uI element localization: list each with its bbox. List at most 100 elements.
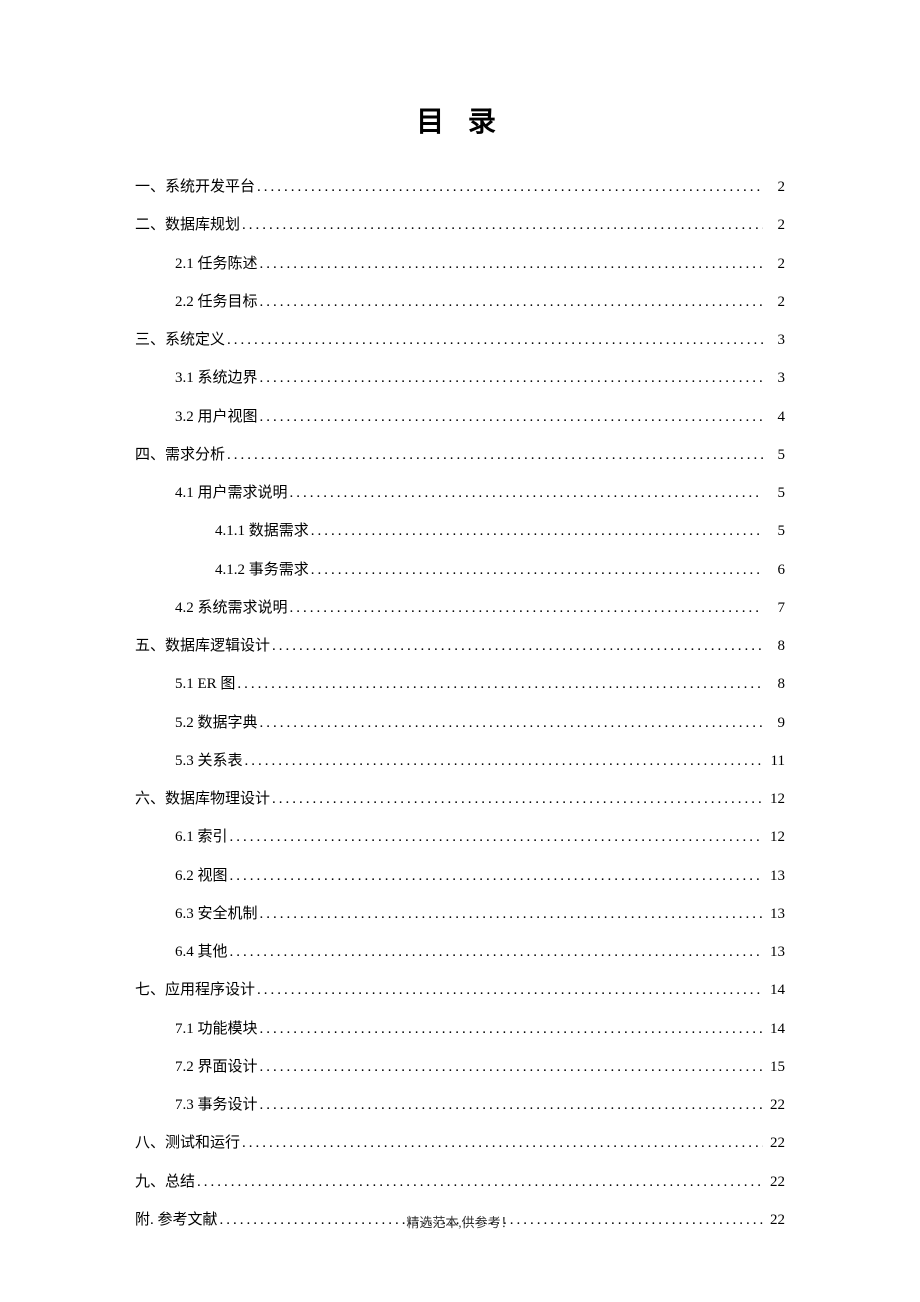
toc-leader-dots bbox=[227, 436, 763, 474]
toc-leader-dots bbox=[260, 1086, 763, 1124]
toc-leader-dots bbox=[290, 589, 763, 627]
toc-entry-page: 22 bbox=[765, 1163, 785, 1201]
toc-entry: 6.4 其他 13 bbox=[135, 933, 785, 971]
toc-entry-page: 3 bbox=[765, 359, 785, 397]
toc-list: 一、系统开发平台2二、数据库规划22.1 任务陈述22.2 任务目标2三、系统定… bbox=[135, 168, 785, 1239]
toc-entry-label: 6.4 其他 bbox=[175, 933, 228, 971]
toc-entry-label: 二、数据库规划 bbox=[135, 206, 240, 244]
toc-entry-label: 6.2 视图 bbox=[175, 857, 228, 895]
toc-entry-page: 9 bbox=[765, 704, 785, 742]
toc-entry: 6.2 视图 13 bbox=[135, 857, 785, 895]
toc-leader-dots bbox=[227, 321, 763, 359]
toc-entry-page: 22 bbox=[765, 1124, 785, 1162]
toc-entry: 4.1.1 数据需求 5 bbox=[135, 512, 785, 550]
toc-entry: 八、测试和运行 22 bbox=[135, 1124, 785, 1162]
toc-entry-label: 3.1 系统边界 bbox=[175, 359, 258, 397]
toc-entry-page: 6 bbox=[765, 551, 785, 589]
toc-entry-page: 2 bbox=[765, 168, 785, 206]
toc-entry-label: 一、系统开发平台 bbox=[135, 168, 255, 206]
toc-leader-dots bbox=[272, 780, 763, 818]
toc-entry: 3.2 用户视图 4 bbox=[135, 398, 785, 436]
toc-entry-page: 12 bbox=[765, 780, 785, 818]
toc-entry-page: 14 bbox=[765, 971, 785, 1009]
toc-leader-dots bbox=[257, 168, 763, 206]
toc-entry-page: 13 bbox=[765, 895, 785, 933]
toc-entry-page: 3 bbox=[765, 321, 785, 359]
toc-entry: 4.1 用户需求说明 5 bbox=[135, 474, 785, 512]
toc-entry-label: 七、应用程序设计 bbox=[135, 971, 255, 1009]
toc-entry-label: 2.1 任务陈述 bbox=[175, 245, 258, 283]
toc-entry-page: 2 bbox=[765, 283, 785, 321]
toc-entry: 4.2 系统需求说明 7 bbox=[135, 589, 785, 627]
toc-entry-page: 7 bbox=[765, 589, 785, 627]
toc-entry-label: 4.1.2 事务需求 bbox=[215, 551, 309, 589]
toc-entry-label: 八、测试和运行 bbox=[135, 1124, 240, 1162]
toc-entry: 7.2 界面设计15 bbox=[135, 1048, 785, 1086]
toc-entry-page: 2 bbox=[765, 206, 785, 244]
toc-leader-dots bbox=[311, 512, 763, 550]
toc-entry-page: 5 bbox=[765, 474, 785, 512]
toc-leader-dots bbox=[230, 933, 763, 971]
toc-title: 目 录 bbox=[135, 100, 785, 140]
toc-leader-dots bbox=[260, 398, 763, 436]
toc-entry-label: 五、数据库逻辑设计 bbox=[135, 627, 270, 665]
toc-leader-dots bbox=[272, 627, 763, 665]
toc-entry-label: 3.2 用户视图 bbox=[175, 398, 258, 436]
toc-entry-label: 5.3 关系表 bbox=[175, 742, 243, 780]
toc-leader-dots bbox=[230, 818, 763, 856]
toc-leader-dots bbox=[260, 704, 763, 742]
toc-entry-label: 7.3 事务设计 bbox=[175, 1086, 258, 1124]
toc-leader-dots bbox=[237, 665, 763, 703]
toc-entry: 二、数据库规划 2 bbox=[135, 206, 785, 244]
toc-entry-label: 三、系统定义 bbox=[135, 321, 225, 359]
toc-entry-page: 15 bbox=[765, 1048, 785, 1086]
document-page: 目 录 一、系统开发平台2二、数据库规划22.1 任务陈述22.2 任务目标2三… bbox=[0, 0, 920, 1239]
toc-leader-dots bbox=[260, 359, 763, 397]
toc-leader-dots bbox=[257, 971, 763, 1009]
toc-leader-dots bbox=[311, 551, 763, 589]
toc-entry-label: 6.1 索引 bbox=[175, 818, 228, 856]
toc-entry: 六、数据库物理设计 12 bbox=[135, 780, 785, 818]
toc-entry-label: 4.2 系统需求说明 bbox=[175, 589, 288, 627]
toc-entry-label: 5.2 数据字典 bbox=[175, 704, 258, 742]
toc-leader-dots bbox=[245, 742, 763, 780]
toc-entry: 五、数据库逻辑设计 8 bbox=[135, 627, 785, 665]
toc-entry: 2.1 任务陈述 2 bbox=[135, 245, 785, 283]
toc-entry: 7.3 事务设计22 bbox=[135, 1086, 785, 1124]
page-footer: 精选范本,供参考！ bbox=[0, 1212, 920, 1231]
toc-entry-page: 5 bbox=[765, 436, 785, 474]
toc-entry: 2.2 任务目标 2 bbox=[135, 283, 785, 321]
toc-entry-label: 4.1.1 数据需求 bbox=[215, 512, 309, 550]
toc-entry-page: 5 bbox=[765, 512, 785, 550]
toc-entry-label: 六、数据库物理设计 bbox=[135, 780, 270, 818]
toc-entry-page: 12 bbox=[765, 818, 785, 856]
toc-entry: 三、系统定义 3 bbox=[135, 321, 785, 359]
toc-entry-page: 13 bbox=[765, 933, 785, 971]
toc-entry: 一、系统开发平台 2 bbox=[135, 168, 785, 206]
toc-entry-label: 4.1 用户需求说明 bbox=[175, 474, 288, 512]
toc-entry-page: 4 bbox=[765, 398, 785, 436]
toc-entry: 4.1.2 事务需求 6 bbox=[135, 551, 785, 589]
toc-entry-label: 四、需求分析 bbox=[135, 436, 225, 474]
toc-leader-dots bbox=[230, 857, 763, 895]
toc-leader-dots bbox=[260, 1048, 763, 1086]
toc-entry: 6.1 索引 12 bbox=[135, 818, 785, 856]
toc-leader-dots bbox=[260, 1010, 763, 1048]
toc-leader-dots bbox=[260, 283, 763, 321]
toc-entry: 七、应用程序设计 14 bbox=[135, 971, 785, 1009]
toc-entry-page: 13 bbox=[765, 857, 785, 895]
toc-entry-page: 2 bbox=[765, 245, 785, 283]
toc-entry-page: 14 bbox=[765, 1010, 785, 1048]
toc-entry: 九、总结22 bbox=[135, 1163, 785, 1201]
toc-leader-dots bbox=[242, 206, 763, 244]
toc-entry-label: 7.1 功能模块 bbox=[175, 1010, 258, 1048]
toc-entry-page: 11 bbox=[765, 742, 785, 780]
toc-entry-label: 6.3 安全机制 bbox=[175, 895, 258, 933]
toc-entry: 5.1 ER 图8 bbox=[135, 665, 785, 703]
toc-entry: 5.3 关系表 11 bbox=[135, 742, 785, 780]
toc-leader-dots bbox=[197, 1163, 763, 1201]
toc-entry-label: 5.1 ER 图 bbox=[175, 665, 235, 703]
toc-entry-label: 2.2 任务目标 bbox=[175, 283, 258, 321]
toc-entry: 四、需求分析 5 bbox=[135, 436, 785, 474]
toc-entry-page: 8 bbox=[765, 627, 785, 665]
